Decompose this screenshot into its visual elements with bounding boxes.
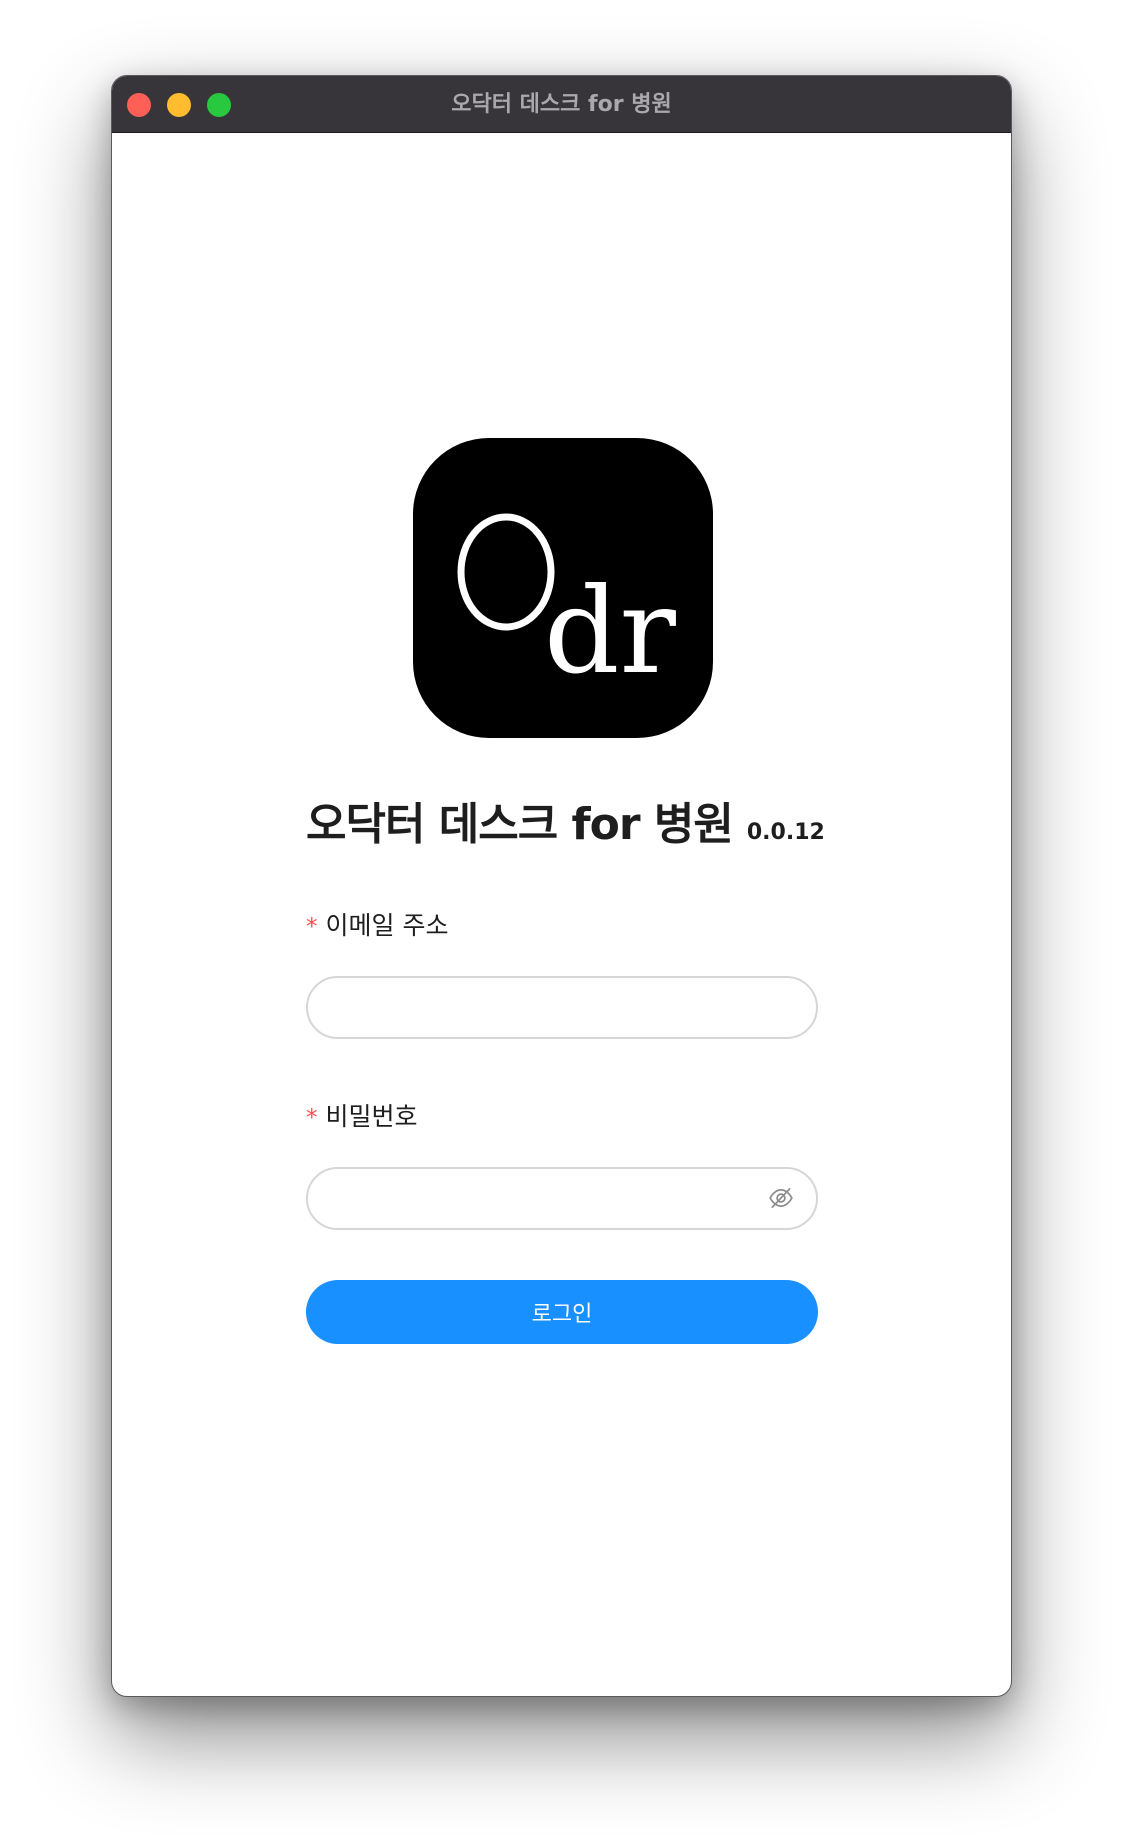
app-logo: dr	[413, 438, 713, 738]
email-input[interactable]	[306, 976, 818, 1039]
app-heading: 오닥터 데스크 for 병원 0.0.12	[306, 788, 825, 854]
app-version: 0.0.12	[746, 820, 825, 845]
title-bar[interactable]: 오닥터 데스크 for 병원	[112, 76, 1011, 133]
password-input[interactable]	[306, 1167, 818, 1230]
required-mark: *	[306, 1105, 318, 1131]
password-label-text: 비밀번호	[325, 1102, 418, 1131]
email-label-text: 이메일 주소	[325, 911, 449, 940]
password-label: * 비밀번호	[306, 1097, 418, 1133]
logo-wordmark: dr	[544, 562, 677, 700]
app-name: 오닥터 데스크 for 병원	[306, 799, 734, 850]
eye-invisible-icon[interactable]	[768, 1185, 794, 1211]
email-label: * 이메일 주소	[306, 906, 448, 942]
login-button[interactable]: 로그인	[306, 1280, 818, 1344]
app-window: 오닥터 데스크 for 병원 dr 오닥터 데스크 for 병원 0.0.12 …	[111, 75, 1012, 1697]
required-mark: *	[306, 914, 318, 940]
window-title: 오닥터 데스크 for 병원	[451, 92, 672, 117]
